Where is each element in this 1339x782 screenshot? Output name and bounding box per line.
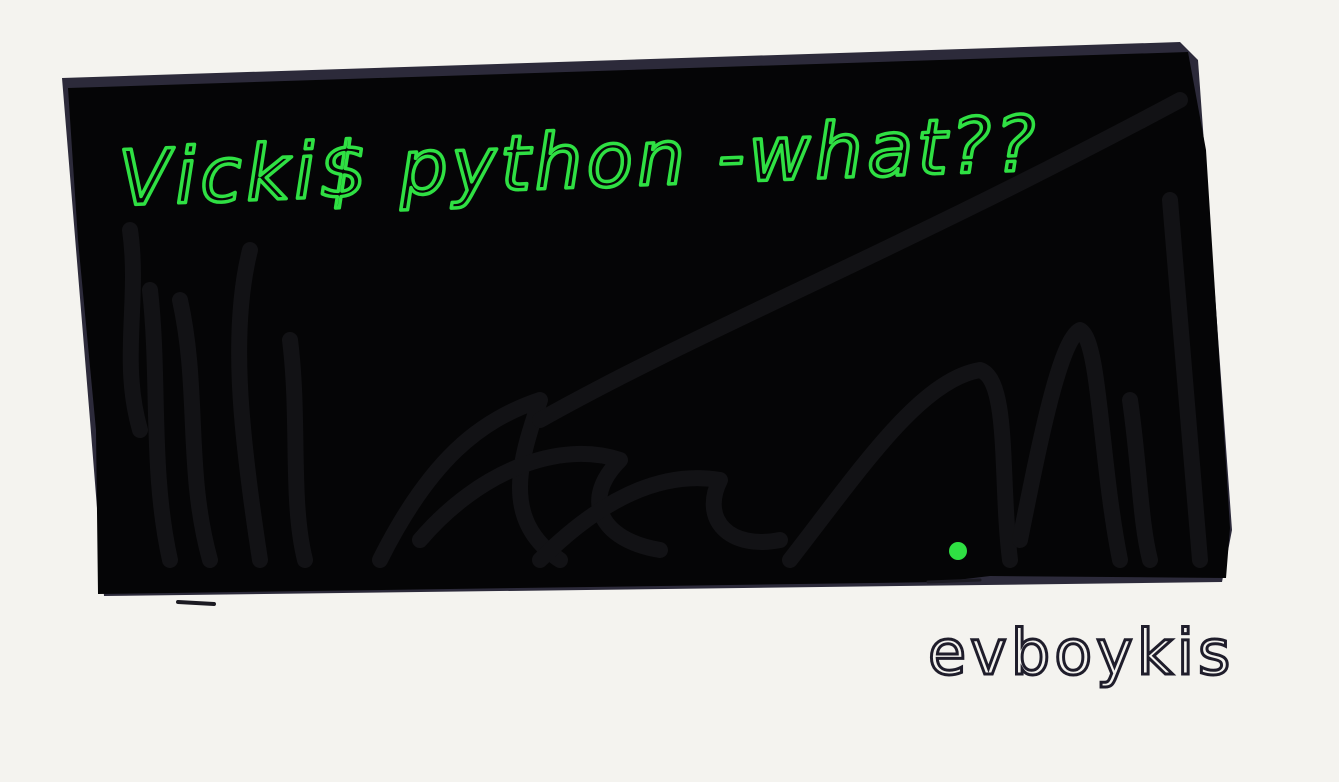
sketch-page: Vicki$ python -what?? evboykis <box>0 0 1339 782</box>
artist-signature: evboykis <box>928 616 1234 689</box>
terminal-cursor <box>949 542 967 560</box>
edge-highlight <box>926 578 982 584</box>
drawing-canvas: Vicki$ python -what?? evboykis <box>62 42 1234 691</box>
edge-highlight <box>176 600 216 606</box>
